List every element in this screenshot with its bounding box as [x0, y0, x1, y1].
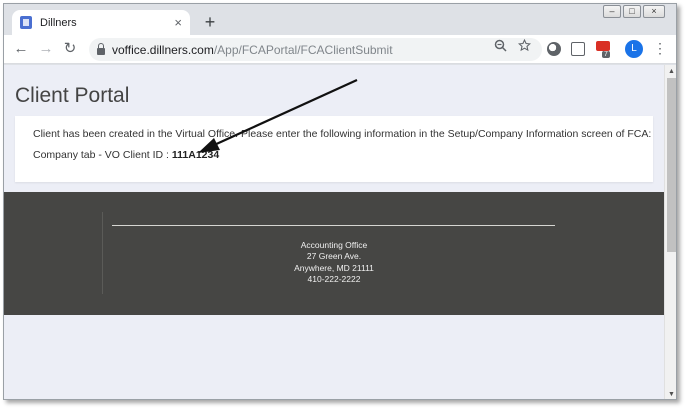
- maximize-button[interactable]: □: [623, 5, 641, 18]
- extension-calendar-icon[interactable]: [596, 41, 610, 51]
- url-domain: voffice.dillners.com: [112, 42, 214, 57]
- address-bar[interactable]: voffice.dillners.com/App/FCAPortal/FCACl…: [89, 38, 542, 61]
- extension-badge: 7: [602, 51, 610, 58]
- url-text[interactable]: voffice.dillners.com/App/FCAPortal/FCACl…: [112, 43, 393, 57]
- client-id-label: Company tab - VO Client ID :: [33, 149, 172, 161]
- profile-avatar[interactable]: L: [625, 40, 643, 58]
- extension-save-icon[interactable]: [571, 42, 585, 56]
- tab-close-icon[interactable]: ×: [174, 15, 182, 30]
- browser-tab[interactable]: Dillners ×: [12, 10, 190, 35]
- extension-icon[interactable]: [547, 42, 561, 56]
- minimize-button[interactable]: –: [603, 5, 621, 18]
- office-phone[interactable]: 410-222-2222: [184, 274, 484, 285]
- office-address: Accounting Office 27 Green Ave. Anywhere…: [184, 240, 484, 285]
- vertical-scrollbar[interactable]: ▲ ▼: [664, 65, 676, 399]
- bookmark-star-icon[interactable]: [518, 39, 531, 52]
- page-title: Client Portal: [15, 84, 130, 107]
- browser-window: Dillners × + – □ × ← → ↻ voffice.dillner…: [3, 3, 677, 400]
- office-name: Accounting Office: [300, 240, 368, 250]
- reload-button[interactable]: ↻: [61, 40, 79, 58]
- office-city: Anywhere, MD 21111: [294, 262, 374, 273]
- office-street: 27 Green Ave.: [306, 251, 362, 262]
- scroll-up-icon[interactable]: ▲: [668, 68, 675, 75]
- lock-icon[interactable]: [97, 42, 105, 55]
- page-content: Client Portal Client has been created in…: [4, 65, 664, 399]
- browser-menu-icon[interactable]: ⋮: [653, 40, 667, 57]
- footer-divider-horizontal: [112, 225, 555, 226]
- client-id-line: Company tab - VO Client ID : 111A1234: [33, 149, 219, 161]
- scroll-down-icon[interactable]: ▼: [668, 391, 675, 398]
- browser-toolbar: ← → ↻ voffice.dillners.com/App/FCAPortal…: [4, 35, 676, 64]
- scrollbar-thumb[interactable]: [667, 78, 676, 252]
- window-controls: – □ ×: [603, 5, 665, 18]
- tab-title: Dillners: [40, 16, 77, 29]
- favicon-icon: [20, 16, 32, 29]
- new-tab-button[interactable]: +: [200, 12, 220, 32]
- footer-divider-vertical: [102, 212, 103, 294]
- title-bar: Dillners × + – □ ×: [4, 4, 676, 35]
- back-button[interactable]: ←: [12, 40, 30, 58]
- close-window-button[interactable]: ×: [643, 5, 665, 18]
- created-message: Client has been created in the Virtual O…: [33, 128, 652, 140]
- info-card: Client has been created in the Virtual O…: [15, 116, 653, 182]
- zoom-icon[interactable]: [494, 39, 507, 52]
- forward-button[interactable]: →: [37, 40, 55, 58]
- client-id-value: 111A1234: [171, 149, 220, 161]
- page-footer: Accounting Office 27 Green Ave. Anywhere…: [4, 192, 664, 315]
- url-path: /App/FCAPortal/FCAClientSubmit: [213, 42, 393, 57]
